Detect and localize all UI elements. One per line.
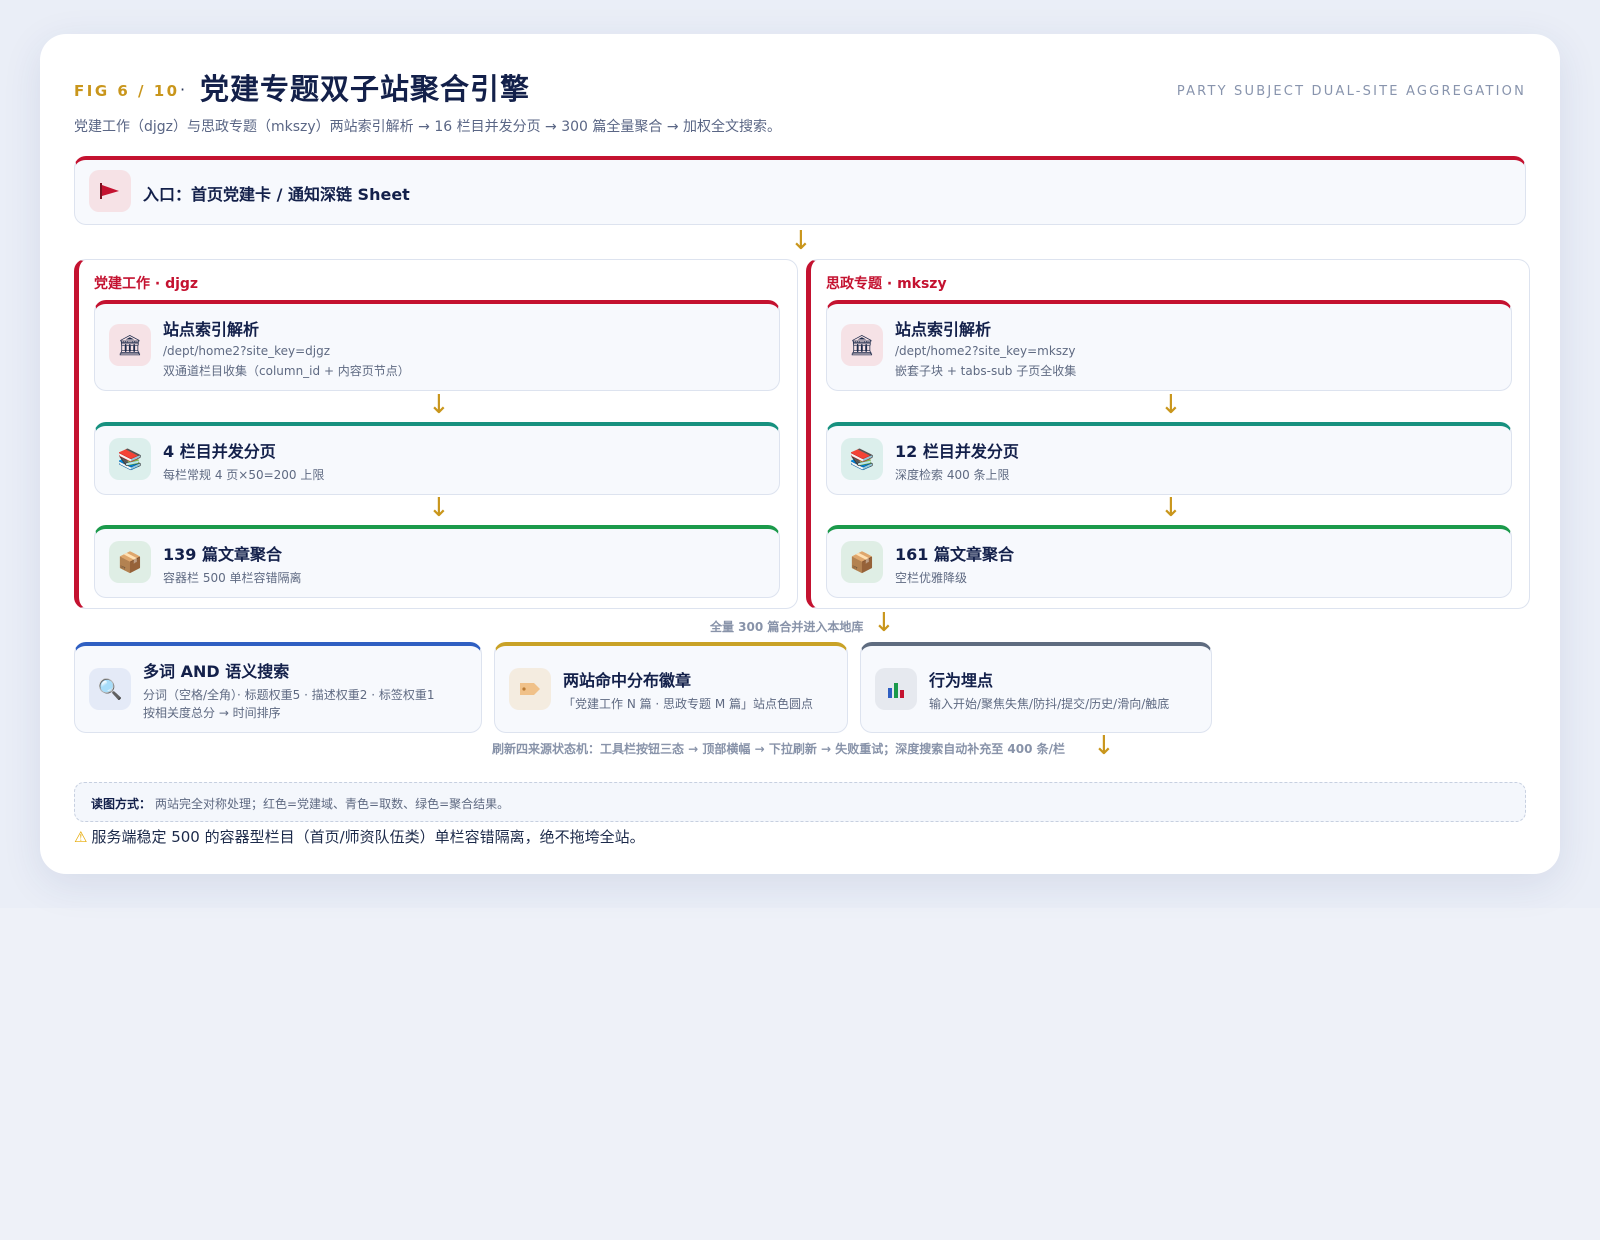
feature-tracking: 行为埋点 输入开始/聚焦失焦/防抖/提交/历史/滑向/触底	[860, 642, 1212, 733]
figure-header: FIG 6 / 10 · 党建专题双子站聚合引擎 PARTY SUBJECT D…	[74, 64, 1526, 108]
figure-description: 党建工作（djgz）与思政专题（mkszy）两站索引解析 → 16 栏目并发分页…	[74, 119, 782, 135]
merge-note: 全量 300 篇合并进入本地库	[710, 620, 864, 634]
warning-note: ⚠ 服务端稳定 500 的容器型栏目（首页/师资队伍类）单栏容错隔离，绝不拖垮全站…	[74, 826, 645, 847]
flag-icon	[89, 170, 131, 212]
warning-text: 服务端稳定 500 的容器型栏目（首页/师资队伍类）单栏容错隔离，绝不拖垮全站。	[91, 828, 645, 846]
feature-title: 多词 AND 语义搜索	[143, 662, 290, 681]
tag-icon	[509, 668, 551, 710]
books-icon: 📚	[841, 438, 883, 480]
arrow-down-icon: ↓	[1093, 731, 1115, 761]
entry-node: 入口：首页党建卡 / 通知深链 Sheet	[74, 156, 1526, 225]
books-icon: 📚	[109, 438, 151, 480]
step-title: 4 栏目并发分页	[163, 442, 276, 461]
djgz-step-paging: 📚 4 栏目并发分页 每栏常规 4 页×50=200 上限	[94, 422, 780, 495]
classical-building-icon: 🏛	[841, 324, 883, 366]
arrow-down-icon: ↓	[1160, 493, 1182, 523]
step-detail: 容器栏 500 单栏容错隔离	[163, 571, 302, 585]
step-title: 12 栏目并发分页	[895, 442, 1019, 461]
mkszy-step-aggregate: 📦 161 篇文章聚合 空栏优雅降级	[826, 525, 1512, 598]
step-detail: 每栏常规 4 页×50=200 上限	[163, 468, 325, 482]
feature-hit-badge: 两站命中分布徽章 「党建工作 N 篇 · 思政专题 M 篇」站点色圆点	[494, 642, 848, 733]
step-detail: 双通道栏目收集（column_id + 内容页节点）	[163, 364, 410, 378]
mkszy-step-index-parse: 🏛 站点索引解析 /dept/home2?site_key=mkszy 嵌套子块…	[826, 300, 1512, 391]
reading-guide: 读图方式： 两站完全对称处理；红色=党建域、青色=取数、绿色=聚合结果。	[74, 782, 1526, 822]
classical-building-icon: 🏛	[109, 324, 151, 366]
figure-title: 党建专题双子站聚合引擎	[200, 72, 531, 106]
figure-number: FIG 6 / 10	[74, 82, 180, 100]
feature-search: 🔍 多词 AND 语义搜索 分词（空格/全角）· 标题权重5 · 描述权重2 ·…	[74, 642, 482, 733]
step-title: 站点索引解析	[895, 320, 992, 339]
step-title: 139 篇文章聚合	[163, 545, 282, 564]
arrow-down-icon: ↓	[428, 493, 450, 523]
panel-mkszy-label: 思政专题 · mkszy	[826, 276, 947, 292]
reading-guide-text: 两站完全对称处理；红色=党建域、青色=取数、绿色=聚合结果。	[155, 797, 510, 811]
djgz-step-aggregate: 📦 139 篇文章聚合 容器栏 500 单栏容错隔离	[94, 525, 780, 598]
step-detail: 空栏优雅降级	[895, 571, 968, 585]
feature-detail: 分词（空格/全角）· 标题权重5 · 描述权重2 · 标签权重1	[143, 688, 435, 702]
refresh-state-note: 刷新四来源状态机：工具栏按钮三态 → 顶部横幅 → 下拉刷新 → 失败重试；深度…	[492, 742, 1066, 756]
step-detail: 深度检索 400 条上限	[895, 468, 1010, 482]
feature-title: 行为埋点	[929, 671, 994, 690]
entry-label: 入口：首页党建卡 / 通知深链 Sheet	[143, 185, 410, 204]
title-separator: ·	[180, 80, 186, 99]
feature-detail: 按相关度总分 → 时间排序	[143, 706, 281, 720]
package-icon: 📦	[109, 541, 151, 583]
feature-detail: 输入开始/聚焦失焦/防抖/提交/历史/滑向/触底	[929, 697, 1170, 711]
feature-title: 两站命中分布徽章	[563, 671, 692, 690]
step-detail: /dept/home2?site_key=mkszy	[895, 344, 1076, 358]
mkszy-step-paging: 📚 12 栏目并发分页 深度检索 400 条上限	[826, 422, 1512, 495]
magnifier-icon: 🔍	[89, 668, 131, 710]
djgz-step-index-parse: 🏛 站点索引解析 /dept/home2?site_key=djgz 双通道栏目…	[94, 300, 780, 391]
step-title: 站点索引解析	[163, 320, 260, 339]
arrow-down-icon: ↓	[873, 608, 895, 638]
panel-djgz-label: 党建工作 · djgz	[94, 276, 199, 292]
arrow-down-icon: ↓	[1160, 390, 1182, 420]
bar-chart-icon	[875, 668, 917, 710]
step-title: 161 篇文章聚合	[895, 545, 1014, 564]
step-detail: 嵌套子块 + tabs-sub 子页全收集	[895, 364, 1077, 378]
feature-detail: 「党建工作 N 篇 · 思政专题 M 篇」站点色圆点	[563, 697, 814, 711]
reading-guide-label: 读图方式：	[91, 797, 152, 811]
arrow-down-icon: ↓	[428, 390, 450, 420]
figure-english-subtitle: PARTY SUBJECT DUAL-SITE AGGREGATION	[1176, 84, 1526, 99]
warning-icon: ⚠	[74, 828, 88, 846]
step-detail: /dept/home2?site_key=djgz	[163, 344, 331, 358]
arrow-down-icon: ↓	[790, 226, 812, 256]
package-icon: 📦	[841, 541, 883, 583]
